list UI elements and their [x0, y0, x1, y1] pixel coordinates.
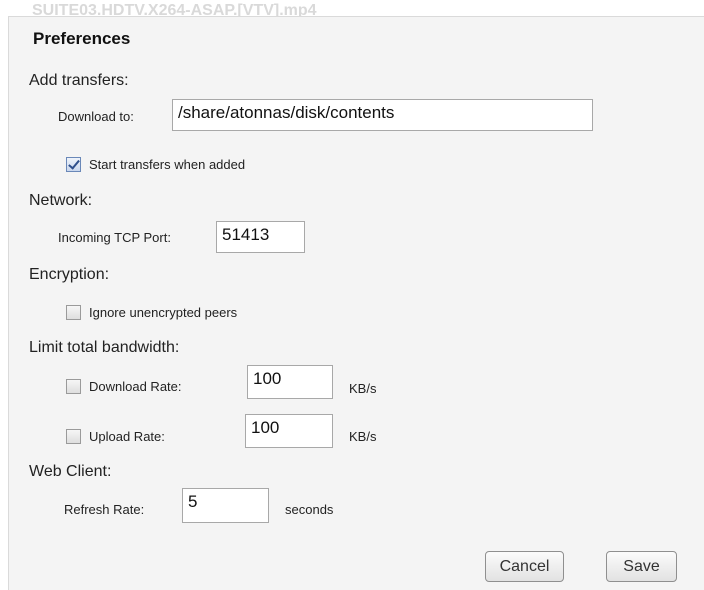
upload-rate-checkbox[interactable] [66, 429, 81, 444]
ignore-unencrypted-label: Ignore unencrypted peers [89, 305, 238, 320]
section-add-transfers: Add transfers: [29, 72, 129, 89]
save-button[interactable]: Save [606, 551, 677, 582]
preferences-dialog: Preferences Add transfers: Download to: … [8, 16, 704, 590]
start-when-added-checkbox[interactable] [66, 157, 81, 172]
dialog-title: Preferences [33, 29, 131, 48]
checkmark-icon [68, 157, 80, 170]
incoming-tcp-port-input[interactable]: 51413 [216, 221, 305, 253]
section-network: Network: [29, 192, 93, 209]
download-rate-checkbox[interactable] [66, 379, 81, 394]
download-rate-label: Download Rate: [89, 379, 182, 394]
incoming-tcp-port-label: Incoming TCP Port: [58, 230, 171, 245]
ignore-unencrypted-checkbox[interactable] [66, 305, 81, 320]
download-to-input[interactable]: /share/atonnas/disk/contents [172, 99, 593, 131]
start-when-added-label: Start transfers when added [89, 157, 246, 172]
section-encryption: Encryption: [29, 266, 110, 283]
upload-rate-input[interactable]: 100 [245, 414, 333, 448]
upload-rate-label: Upload Rate: [89, 429, 165, 444]
cancel-button[interactable]: Cancel [485, 551, 564, 582]
download-to-label: Download to: [58, 109, 134, 124]
section-web-client: Web Client: [29, 463, 112, 480]
refresh-rate-unit: seconds [285, 502, 334, 517]
refresh-rate-input[interactable]: 5 [182, 488, 269, 523]
refresh-rate-label: Refresh Rate: [64, 502, 145, 517]
upload-rate-unit: KB/s [349, 429, 377, 444]
section-limit-bandwidth: Limit total bandwidth: [29, 339, 180, 356]
download-rate-input[interactable]: 100 [247, 365, 333, 399]
download-rate-unit: KB/s [349, 381, 377, 396]
